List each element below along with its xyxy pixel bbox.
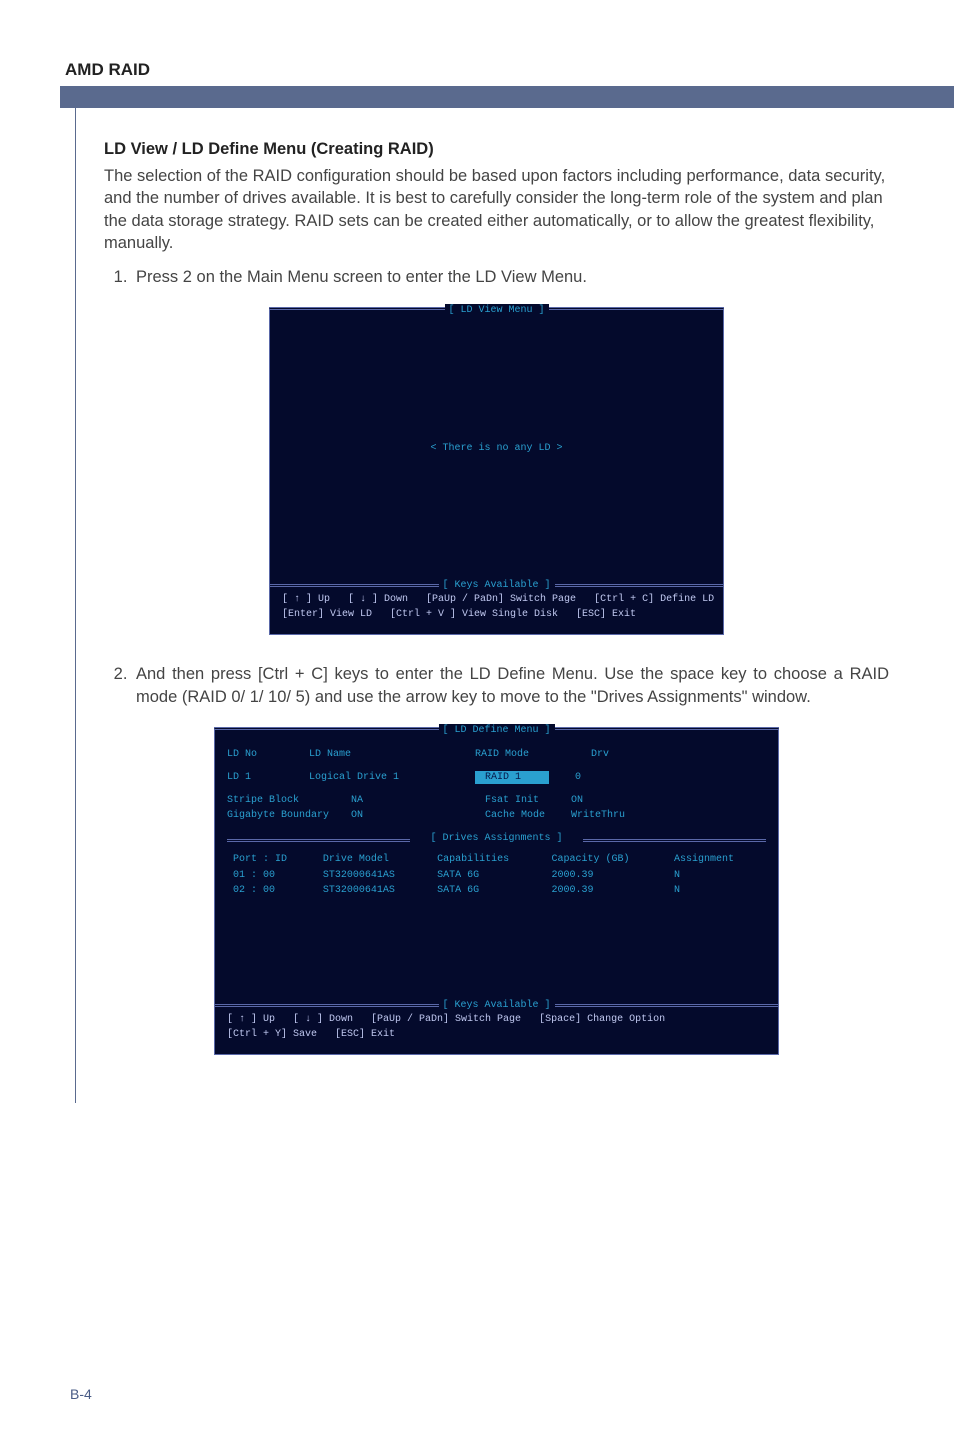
drv-label: Drv [591,748,609,761]
th-drive-model: Drive Model [317,851,431,868]
bios-ld-define-screenshot: [ LD Define Menu ] LD No LD Name RAID Mo… [214,727,779,1055]
bios2-key-switch-page: [PaUp / PaDn] Switch Page [371,1013,521,1026]
cell: N [668,868,766,883]
drives-assignments-title: [ Drives Assignments ] [227,832,766,845]
bios2-key-save: [Ctrl + Y] Save [227,1028,317,1041]
bios1-key-view-single: [Ctrl + V ] View Single Disk [390,608,558,621]
raid-mode-value: RAID 1 [475,771,549,784]
table-row: 01 : 00 ST32000641AS SATA 6G 2000.39 N [227,868,766,883]
bios2-key-down: [ ↓ ] Down [293,1013,353,1026]
bios1-key-define-ld: [Ctrl + C] Define LD [594,593,714,606]
cell: SATA 6G [431,883,545,898]
ld-name-value: Logical Drive 1 [309,771,449,784]
bios2-footer-title: [ Keys Available ] [438,999,554,1012]
gig-boundary-label: Gigabyte Boundary [227,809,337,822]
bios1-key-up: [ ↑ ] Up [282,593,330,606]
cell: 01 : 00 [227,868,317,883]
section-title: LD View / LD Define Menu (Creating RAID) [104,140,889,159]
stripe-block-value: NA [351,794,471,807]
th-capabilities: Capabilities [431,851,545,868]
raid-mode-label: RAID Mode [475,748,565,761]
bios1-key-view-ld: [Enter] View LD [282,608,372,621]
cache-mode-value: WriteThru [571,809,625,822]
th-assignment: Assignment [668,851,766,868]
cell: 02 : 00 [227,883,317,898]
bios1-key-switch-page: [PaUp / PaDn] Switch Page [426,593,576,606]
cache-mode-label: Cache Mode [485,809,557,822]
fsat-init-value: ON [571,794,583,807]
stripe-block-label: Stripe Block [227,794,337,807]
table-header-row: Port : ID Drive Model Capabilities Capac… [227,851,766,868]
step-1: Press 2 on the Main Menu screen to enter… [132,266,889,289]
cell: SATA 6G [431,868,545,883]
cell: ST32000641AS [317,883,431,898]
cell: 2000.39 [545,883,667,898]
drv-value: 0 [575,771,581,784]
table-row: 02 : 00 ST32000641AS SATA 6G 2000.39 N [227,883,766,898]
page-header-title: AMD RAID [65,60,894,80]
th-port-id: Port : ID [227,851,317,868]
th-capacity: Capacity (GB) [545,851,667,868]
intro-paragraph: The selection of the RAID configuration … [104,165,889,254]
cell: N [668,883,766,898]
gig-boundary-value: ON [351,809,471,822]
cell: 2000.39 [545,868,667,883]
header-divider-bar [60,86,954,108]
ld-no-label: LD No [227,748,283,761]
bios1-footer-title: [ Keys Available ] [438,579,554,592]
ld-no-value: LD 1 [227,771,283,784]
bios1-empty-message: < There is no any LD > [430,442,562,455]
bios1-key-exit: [ESC] Exit [576,608,636,621]
bios1-key-down: [ ↓ ] Down [348,593,408,606]
bios2-key-change-option: [Space] Change Option [539,1013,665,1026]
ld-name-label: LD Name [309,748,449,761]
cell: ST32000641AS [317,868,431,883]
fsat-init-label: Fsat Init [485,794,557,807]
bios2-key-exit: [ESC] Exit [335,1028,395,1041]
bios-ld-view-screenshot: [ LD View Menu ] < There is no any LD > … [269,307,724,635]
drives-table: Port : ID Drive Model Capabilities Capac… [227,851,766,898]
step-2: And then press [Ctrl + C] keys to enter … [132,663,889,709]
bios2-key-up: [ ↑ ] Up [227,1013,275,1026]
page-number: B-4 [70,1386,92,1402]
